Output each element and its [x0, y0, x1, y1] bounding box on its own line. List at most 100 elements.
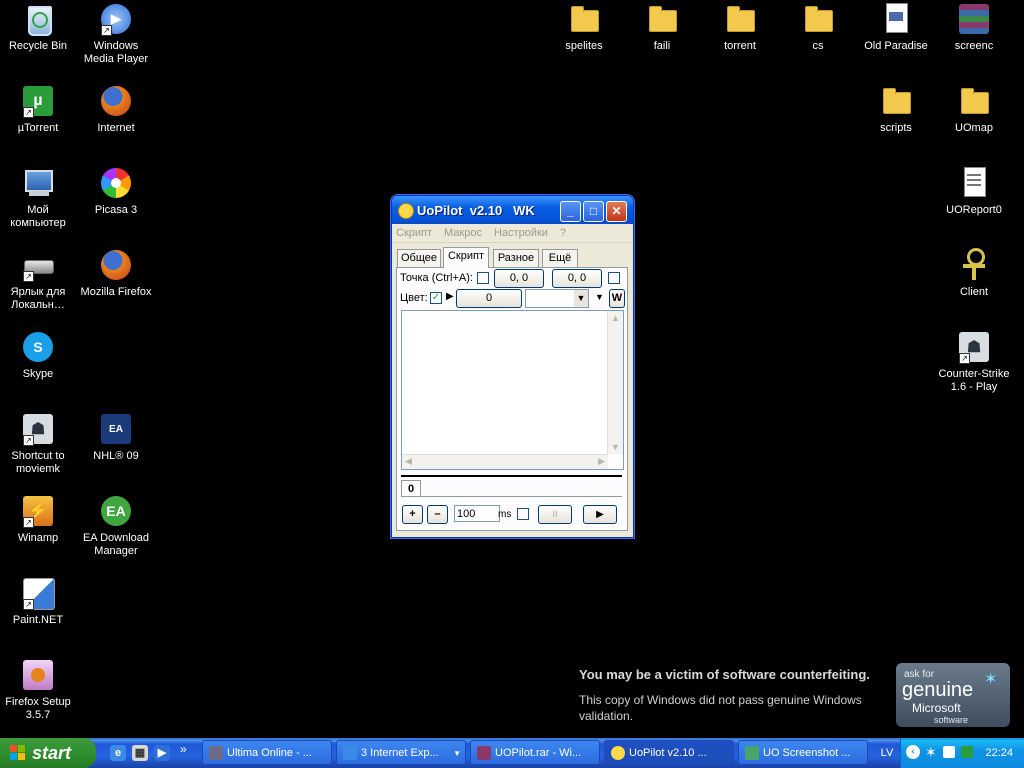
play-button[interactable]: ▶ — [583, 505, 617, 524]
point-checkbox[interactable] — [477, 272, 489, 284]
start-label: start — [32, 743, 72, 763]
desktop-icon-client[interactable]: Client — [936, 248, 1012, 299]
menu-script[interactable]: Скрипт — [396, 224, 432, 242]
color-value-button[interactable]: 0 — [456, 289, 522, 308]
scroll-right-icon[interactable]: ▶ — [598, 456, 605, 467]
horizontal-scrollbar[interactable]: ◀ ▶ — [402, 454, 608, 469]
desktop-icon-old-paradise[interactable]: Old Paradise — [858, 2, 934, 53]
desktop-icon-firefox-setup[interactable]: Firefox Setup 3.5.7 — [0, 658, 76, 722]
color-arrow-icon: ▶ — [446, 291, 454, 302]
tray-utorrent-icon[interactable] — [961, 746, 973, 758]
plus-button[interactable]: + — [402, 505, 423, 524]
desktop-icon-uomap[interactable]: UOmap — [936, 84, 1012, 135]
task-internet-explorer[interactable]: 3 Internet Exp... ▼ — [336, 740, 466, 765]
desktop-icon-uoreport0[interactable]: UOReport0 — [936, 166, 1012, 217]
delay-input[interactable] — [454, 505, 500, 522]
task-ultima-online[interactable]: Ultima Online - ... — [202, 740, 332, 765]
scroll-left-icon[interactable]: ◀ — [405, 456, 412, 467]
desktop-icon-media-player[interactable]: ▶ ↗ Windows Media Player — [78, 2, 154, 66]
desktop-icon-label: Internet — [97, 122, 135, 134]
desktop-icon-local-drive-shortcut[interactable]: ↗ Ярлык для Локальн… — [0, 248, 76, 312]
maximize-button[interactable]: □ — [583, 201, 604, 222]
language-indicator[interactable]: LV — [876, 738, 898, 768]
badge-main: genuine — [902, 679, 974, 701]
desktop-icon-mozilla-firefox[interactable]: Mozilla Firefox — [78, 248, 154, 299]
desktop-icon-spelites[interactable]: spelites — [546, 2, 622, 53]
desktop-icon-my-computer[interactable]: Мой компьютер — [0, 166, 76, 230]
desktop-icon-torrent[interactable]: torrent — [702, 2, 778, 53]
desktop-icon-label: Mozilla Firefox — [80, 286, 152, 298]
task-uopilot[interactable]: UoPilot v2.10 ... — [604, 740, 734, 765]
close-icon: ✕ — [611, 204, 622, 218]
menu-help[interactable]: ? — [560, 224, 566, 242]
desktop-icon-counter-strike[interactable]: ☗ ↗ Counter-Strike 1.6 - Play — [936, 330, 1012, 394]
point-extra-checkbox[interactable] — [608, 272, 620, 284]
desktop-icon-picasa[interactable]: Picasa 3 — [78, 166, 154, 217]
task-winrar[interactable]: UOPilot.rar - Wi... — [470, 740, 600, 765]
genuine-badge[interactable]: ask for genuine Microsoft software ✶ — [896, 663, 1010, 727]
maximize-icon: □ — [589, 204, 598, 218]
desktop-icon-cs[interactable]: cs — [780, 2, 856, 53]
tray-expand-icon[interactable]: ‹ — [906, 745, 920, 759]
shortcut-arrow-icon: ↗ — [23, 599, 34, 610]
desktop-icon-paint-net[interactable]: ↗ Paint.NET — [0, 576, 76, 627]
tab-strip: Общее Скрипт Разное Ещё — [392, 247, 633, 269]
desktop-icon-label: µTorrent — [17, 122, 59, 134]
scroll-up-icon[interactable]: ▲ — [611, 313, 620, 323]
close-button[interactable]: ✕ — [606, 201, 627, 222]
quicklaunch-more-icon[interactable]: » — [180, 742, 187, 756]
quicklaunch-desktop-icon[interactable]: ▦ — [132, 745, 148, 761]
w-button[interactable]: W — [609, 289, 625, 308]
desktop-icon-label: Paint.NET — [12, 614, 64, 626]
tab-more[interactable]: Ещё — [542, 249, 578, 267]
color-checkbox[interactable]: ✓ — [430, 292, 442, 304]
desktop-icon-label: cs — [812, 40, 824, 52]
tray-star-icon[interactable]: ✶ — [925, 744, 937, 761]
desktop-icon-faili[interactable]: faili — [624, 2, 700, 53]
desktop-icon-scripts[interactable]: scripts — [858, 84, 934, 135]
task-uo-screenshot[interactable]: UO Screenshot ... — [738, 740, 868, 765]
desktop-icon-skype[interactable]: S Skype — [0, 330, 76, 381]
minimize-button[interactable]: _ — [560, 201, 581, 222]
quicklaunch-media-icon[interactable]: ▶ — [154, 745, 170, 761]
winamp-icon: ⚡ ↗ — [21, 494, 55, 528]
tray-shield-icon[interactable] — [943, 746, 955, 758]
point-y-button[interactable]: 0, 0 — [552, 269, 602, 288]
ie-icon — [343, 746, 357, 760]
desktop-icon-recycle-bin[interactable]: Recycle Bin — [0, 2, 76, 53]
tab-misc[interactable]: Разное — [493, 249, 539, 267]
desktop-icon-nhl09[interactable]: EA NHL® 09 — [78, 412, 154, 463]
desktop-icon-moviemk-shortcut[interactable]: ☗ ↗ Shortcut to moviemk — [0, 412, 76, 476]
dropdown-arrow-icon[interactable]: ▼ — [595, 292, 604, 302]
pause-button[interactable]: II — [538, 505, 572, 524]
clock[interactable]: 22:24 — [985, 738, 1013, 768]
desktop-icon-winamp[interactable]: ⚡ ↗ Winamp — [0, 494, 76, 545]
loop-checkbox[interactable] — [517, 508, 529, 520]
start-button[interactable]: start — [0, 738, 96, 768]
point-x-button[interactable]: 0, 0 — [494, 269, 544, 288]
desktop-icon-utorrent[interactable]: µ ↗ µTorrent — [0, 84, 76, 135]
vertical-scrollbar[interactable]: ▲ ▼ — [607, 311, 623, 454]
color-select[interactable]: ▼ — [525, 289, 589, 308]
window-titlebar[interactable]: UoPilot v2.10 WK _ □ ✕ — [392, 196, 633, 224]
menu-macro[interactable]: Макрос — [444, 224, 482, 242]
minus-button[interactable]: – — [427, 505, 448, 524]
folder-icon — [801, 2, 835, 36]
shortcut-arrow-icon: ↗ — [23, 107, 34, 118]
tab-script[interactable]: Скрипт — [443, 247, 489, 268]
quicklaunch-ie-icon[interactable]: e — [110, 745, 126, 761]
skype-icon: S — [21, 330, 55, 364]
menu-settings[interactable]: Настройки — [494, 224, 548, 242]
menu-bar: Скрипт Макрос Настройки ? — [392, 224, 633, 243]
scroll-down-icon[interactable]: ▼ — [611, 442, 620, 452]
desktop-icon-ea-download-manager[interactable]: EA EA Download Manager — [78, 494, 154, 558]
desktop-icon-label: Мой компьютер — [10, 204, 66, 229]
taskbar: start e ▦ ▶ » Ultima Online - ... 3 Inte… — [0, 738, 1024, 768]
folder-icon — [567, 2, 601, 36]
script-editor[interactable]: ▲ ▼ ◀ ▶ — [401, 310, 624, 470]
desktop-icon-screenc[interactable]: screenc — [936, 2, 1012, 53]
utorrent-icon: µ ↗ — [21, 84, 55, 118]
tab-general[interactable]: Общее — [397, 249, 441, 267]
desktop-icon-internet[interactable]: Internet — [78, 84, 154, 135]
line-tab[interactable]: 0 — [401, 480, 421, 497]
